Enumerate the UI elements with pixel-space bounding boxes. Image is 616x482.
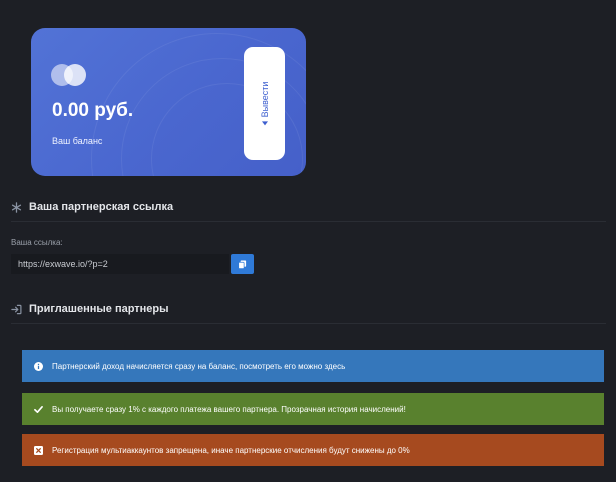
copy-icon: [238, 259, 247, 269]
arrow-left-icon: [261, 120, 268, 125]
asterisk-icon: [11, 201, 22, 213]
referral-link-field[interactable]: [11, 254, 229, 274]
balance-label: Ваш баланс: [52, 136, 103, 146]
divider: [11, 221, 606, 222]
copy-link-button[interactable]: [231, 254, 254, 274]
balance-amount: 0.00 руб.: [52, 100, 134, 121]
link-label: Ваша ссылка:: [11, 238, 63, 247]
referral-heading-row: Ваша партнерская ссылка: [11, 201, 173, 213]
success-alert-text: Вы получаете сразу 1% с каждого платежа …: [52, 404, 406, 414]
partners-heading-row: Приглашенные партнеры: [11, 303, 169, 315]
partners-heading: Приглашенные партнеры: [29, 303, 169, 315]
withdraw-button[interactable]: Вывести: [244, 47, 285, 160]
card-logo-icon: [51, 64, 87, 86]
sign-in-icon: [11, 304, 22, 315]
referral-heading: Ваша партнерская ссылка: [29, 201, 174, 213]
success-alert: Вы получаете сразу 1% с каждого платежа …: [22, 393, 604, 425]
danger-alert: Регистрация мультиаккаунтов запрещена, и…: [22, 434, 604, 466]
info-alert: Партнерский доход начисляется сразу на б…: [22, 350, 604, 382]
close-box-icon: [33, 445, 43, 455]
withdraw-button-label: Вывести: [259, 81, 270, 117]
info-icon: [33, 361, 43, 371]
divider: [11, 323, 606, 324]
info-alert-text: Партнерский доход начисляется сразу на б…: [52, 361, 346, 371]
check-icon: [33, 404, 43, 414]
danger-alert-text: Регистрация мультиаккаунтов запрещена, и…: [52, 445, 410, 455]
balance-card: 0.00 руб. Ваш баланс Вывести: [31, 28, 306, 176]
